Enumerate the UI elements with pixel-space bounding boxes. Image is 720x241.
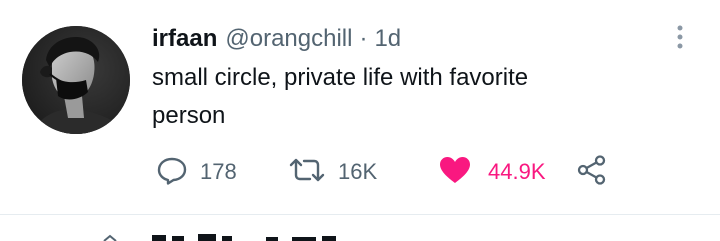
like-button[interactable]: 44.9K xyxy=(438,152,546,192)
more-vertical-icon[interactable] xyxy=(670,22,690,52)
tweet-divider xyxy=(0,214,720,215)
reply-button[interactable]: 178 xyxy=(156,152,237,192)
action-bar: 178 16K 44.9K xyxy=(152,152,652,192)
separator-dot: · xyxy=(359,25,368,52)
reply-count: 178 xyxy=(200,159,237,184)
tweet-header: irfaan @orangchill · 1d xyxy=(152,22,401,56)
retweet-button[interactable]: 16K xyxy=(288,152,377,192)
avatar[interactable] xyxy=(22,26,130,134)
retweet-icon xyxy=(288,155,326,190)
like-count: 44.9K xyxy=(488,159,546,184)
share-button[interactable] xyxy=(576,152,608,192)
display-name[interactable]: irfaan xyxy=(152,22,217,56)
tweet-text: small circle, private life with favorite… xyxy=(152,64,529,129)
reply-icon xyxy=(156,155,188,190)
tweet[interactable]: irfaan @orangchill · 1d small circle, pr… xyxy=(0,0,720,214)
share-icon xyxy=(576,154,608,191)
timestamp[interactable]: 1d xyxy=(374,22,401,56)
user-handle[interactable]: @orangchill xyxy=(225,22,352,56)
retweet-count: 16K xyxy=(338,159,378,184)
heart-icon xyxy=(438,155,472,190)
